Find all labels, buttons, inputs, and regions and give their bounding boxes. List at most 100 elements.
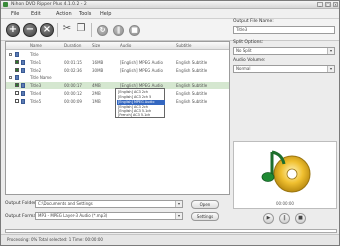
table-row[interactable]: Title Name [6, 74, 229, 81]
chevron-down-icon[interactable]: ▾ [327, 66, 334, 72]
stop-icon[interactable]: ■ [295, 213, 306, 224]
settings-button[interactable]: Settings [191, 212, 219, 221]
app-window: Nihon DVD Ripper Plus 4.1.0.2 - 2 _ □ x … [0, 0, 340, 246]
menu-edit[interactable]: Edit [31, 9, 41, 19]
table-row[interactable]: Title [6, 51, 229, 58]
row-subtitle[interactable]: English Subtitle [176, 90, 207, 97]
row-name: Title5 [30, 99, 42, 104]
row-name: Title3 [30, 83, 42, 88]
col-duration[interactable]: Duration [64, 42, 81, 50]
file-icon [21, 60, 25, 65]
menu-help[interactable]: Help [100, 9, 111, 19]
row-name: Title4 [30, 91, 42, 96]
open-button[interactable]: Open [191, 200, 219, 209]
row-subtitle[interactable]: English Subtitle [176, 82, 207, 89]
dvd-icon [15, 52, 19, 57]
row-size: 2MB [92, 91, 101, 96]
output-format-select[interactable]: MP3 - MPEG Layer-3 Audio (*.mp3) ▾ [35, 212, 183, 220]
output-file-name-label: Output File Name: [233, 19, 274, 24]
row-duration: 00:00:17 [64, 83, 82, 88]
row-checkbox[interactable] [15, 99, 19, 103]
title-bar: Nihon DVD Ripper Plus 4.1.0.2 - 2 _ □ x [1, 1, 339, 9]
delete-icon[interactable]: × [40, 23, 54, 37]
col-name[interactable]: Name [30, 42, 42, 50]
output-folder-value: C:\Documents and Settings [38, 201, 93, 206]
refresh-icon[interactable]: ↻ [97, 25, 108, 36]
remove-icon[interactable]: − [23, 23, 37, 37]
file-icon [21, 99, 25, 104]
maximize-button[interactable]: □ [325, 2, 331, 7]
table-row[interactable]: Title1 00:01:15 16MB [English] MPEG Audi… [6, 59, 229, 66]
row-audio[interactable]: [English] MPEG Audio [120, 59, 163, 66]
menu-file[interactable]: File [11, 9, 19, 19]
audio-track-dropdown[interactable]: [English] AC3 2ch [English] AC3 2ch 5 [E… [115, 88, 165, 118]
menu-bar: File Edit Action Tools Help [1, 9, 339, 19]
dvd-icon [15, 75, 19, 80]
play-icon[interactable]: ▶ [263, 213, 274, 224]
split-options-value: No Split [236, 48, 252, 53]
row-checkbox[interactable] [15, 60, 19, 64]
row-checkbox[interactable] [15, 68, 19, 72]
col-subtitle[interactable]: Subtitle [176, 42, 191, 50]
row-checkbox[interactable] [15, 91, 19, 95]
toolbar-separator [91, 23, 92, 37]
split-options-label: Split Options: [233, 40, 264, 45]
row-audio[interactable]: [English] MPEG Audio [120, 67, 163, 74]
add-icon[interactable]: + [6, 23, 20, 37]
row-subtitle[interactable]: English Subtitle [176, 67, 207, 74]
audio-volume-value: Normal [236, 66, 251, 71]
status-text: Processing: 0% Total selected: 1 Time: 0… [7, 237, 103, 242]
menu-tools[interactable]: Tools [79, 9, 91, 19]
output-file-name-input[interactable]: Title3 [233, 26, 335, 34]
dropdown-option[interactable]: [French] AC3 5.1ch [118, 113, 164, 118]
row-subtitle[interactable]: English Subtitle [176, 59, 207, 66]
row-name: Title [30, 52, 39, 57]
row-size: 16MB [92, 60, 104, 65]
preview-panel: 00:00:00 [233, 141, 337, 209]
row-subtitle[interactable]: English Subtitle [176, 98, 207, 105]
row-name: Title2 [30, 68, 42, 73]
file-icon [21, 68, 25, 73]
window-title: Nihon DVD Ripper Plus 4.1.0.2 - 2 [11, 2, 87, 7]
audio-volume-select[interactable]: Normal ▾ [233, 65, 335, 73]
row-size: 4MB [92, 83, 101, 88]
col-audio[interactable]: Audio [120, 42, 131, 50]
chevron-down-icon[interactable]: ▾ [175, 201, 182, 207]
row-name: Title Name [30, 75, 52, 80]
audio-volume-label: Audio Volume: [233, 58, 266, 63]
pause-icon[interactable]: ‖ [113, 25, 124, 36]
expand-icon[interactable] [9, 53, 12, 56]
output-format-value: MP3 - MPEG Layer-3 Audio (*.mp3) [38, 213, 108, 218]
music-cd-icon [261, 150, 311, 193]
app-icon [3, 2, 8, 7]
copy-icon[interactable]: ❐ [74, 23, 88, 37]
output-options: Output Folder: C:\Documents and Settings… [5, 198, 230, 226]
row-checkbox[interactable] [15, 83, 19, 87]
output-folder-field[interactable]: C:\Documents and Settings ▾ [35, 200, 183, 208]
file-list[interactable]: Name Duration Size Audio Subtitle Title … [5, 41, 230, 195]
table-row[interactable]: Title2 00:02:36 30MB [English] MPEG Audi… [6, 67, 229, 74]
toolbar-separator [57, 23, 58, 37]
chevron-down-icon[interactable]: ▾ [175, 213, 182, 219]
split-options-select[interactable]: No Split ▾ [233, 47, 335, 55]
file-icon [21, 83, 25, 88]
expand-icon[interactable] [9, 76, 12, 79]
preview-time: 00:00:00 [276, 201, 294, 206]
close-button[interactable]: x [333, 2, 338, 7]
row-duration: 00:01:15 [64, 60, 82, 65]
minimize-button[interactable]: _ [317, 2, 323, 7]
stop-icon[interactable]: ■ [129, 25, 140, 36]
menu-action[interactable]: Action [56, 9, 72, 19]
output-file-name-value: Title3 [236, 27, 248, 32]
row-duration: 00:00:09 [64, 99, 82, 104]
status-bar: Processing: 0% Total selected: 1 Time: 0… [1, 234, 339, 245]
chevron-down-icon[interactable]: ▾ [327, 48, 334, 54]
row-duration: 00:00:12 [64, 91, 82, 96]
col-size[interactable]: Size [92, 42, 100, 50]
file-icon [21, 91, 25, 96]
pause-icon[interactable]: ‖ [279, 213, 290, 224]
cut-icon[interactable]: ✂ [60, 23, 74, 37]
progress-bar [5, 229, 337, 233]
row-size: 30MB [92, 68, 104, 73]
row-name: Title1 [30, 60, 42, 65]
